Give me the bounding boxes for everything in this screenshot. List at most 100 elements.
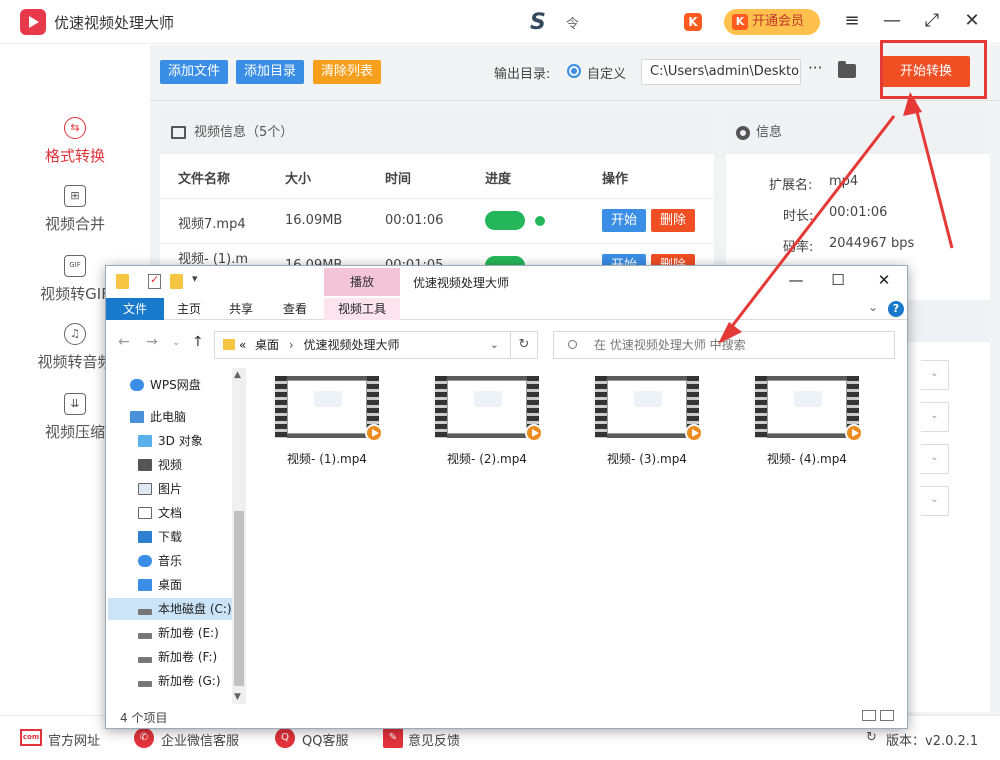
- video-thumbnail: [595, 376, 703, 442]
- ext-label: 扩展名:: [769, 178, 813, 193]
- documents-icon: [138, 507, 152, 519]
- nav-item-documents[interactable]: 文档: [138, 502, 182, 524]
- nav-scrollbar-thumb[interactable]: [234, 511, 244, 686]
- nav-item-downloads[interactable]: 下载: [138, 526, 182, 548]
- nav-item-3d[interactable]: 3D 对象: [138, 430, 203, 452]
- explorer-maximize-icon[interactable]: ☐: [823, 271, 853, 289]
- customize-qa-icon[interactable]: ▾: [192, 272, 198, 285]
- tab-file[interactable]: 文件: [106, 298, 164, 320]
- properties-icon[interactable]: [148, 273, 161, 289]
- custom-radio[interactable]: [567, 64, 581, 78]
- nav-item-drive-f[interactable]: 新加卷 (F:): [138, 646, 217, 668]
- clear-list-button[interactable]: 清除列表: [313, 60, 382, 84]
- search-input[interactable]: 在 优速视频处理大师 中搜索: [553, 331, 895, 359]
- help-icon[interactable]: ?: [888, 301, 904, 317]
- recent-locations-icon[interactable]: ⌄: [172, 337, 180, 348]
- nav-label: 图片: [158, 482, 183, 496]
- tab-share[interactable]: 共享: [222, 298, 260, 320]
- info-title: 信息: [756, 125, 783, 140]
- compress-icon: ⇊: [64, 393, 86, 415]
- menu-icon[interactable]: ≡: [840, 10, 864, 31]
- forward-icon[interactable]: →: [146, 334, 158, 350]
- feedback-link[interactable]: 意见反馈: [408, 730, 460, 749]
- folder-icon[interactable]: [838, 61, 856, 78]
- tab-play[interactable]: 播放: [324, 268, 400, 296]
- sidebar-item-format-convert[interactable]: ⇆ 格式转换: [0, 117, 150, 166]
- setting-dropdown[interactable]: ⌄: [921, 444, 949, 474]
- nav-item-music[interactable]: 音乐: [138, 550, 182, 572]
- setting-dropdown[interactable]: ⌄: [921, 402, 949, 432]
- nav-label: 此电脑: [150, 410, 187, 424]
- row-delete-button[interactable]: 删除: [651, 209, 695, 232]
- website-icon: com: [20, 729, 42, 746]
- tab-home[interactable]: 主页: [170, 298, 208, 320]
- tab-view[interactable]: 查看: [276, 298, 314, 320]
- setting-dropdown[interactable]: ⌄: [921, 360, 949, 390]
- qq-icon: Q: [275, 728, 295, 748]
- qq-service-link[interactable]: QQ客服: [302, 730, 348, 749]
- wechat-service-link[interactable]: 企业微信客服: [161, 730, 239, 749]
- minimize-icon[interactable]: —: [880, 10, 904, 31]
- nav-item-drive-c[interactable]: 本地磁盘 (C:): [108, 598, 232, 620]
- table-row[interactable]: 视频7.mp4 16.09MB 00:01:06 开始 删除: [160, 198, 714, 242]
- new-folder-icon[interactable]: [170, 274, 183, 289]
- title-bar: 优速视频处理大师 S 令 K K 开通会员 ≡ — ⤢ ✕: [0, 0, 1000, 44]
- row-start-button[interactable]: 开始: [602, 209, 646, 232]
- custom-radio-label[interactable]: 自定义: [587, 63, 626, 82]
- chevron-down-icon[interactable]: ⌄: [868, 300, 878, 314]
- nav-item-videos[interactable]: 视频: [138, 454, 182, 476]
- vip-button[interactable]: K 开通会员: [724, 9, 820, 35]
- column-header: 时间: [385, 172, 412, 187]
- address-bar[interactable]: « 桌面 › 优速视频处理大师 ⌄: [214, 331, 538, 359]
- scroll-down-icon[interactable]: ▼: [234, 692, 241, 702]
- maximize-icon[interactable]: ⤢: [920, 10, 944, 31]
- file-explorer-window: ▾ 播放 优速视频处理大师 — ☐ ✕ 文件 主页 共享 查看 视频工具 ⌄ ?…: [105, 265, 908, 729]
- explorer-close-icon[interactable]: ✕: [869, 271, 899, 289]
- up-icon[interactable]: ↑: [192, 334, 204, 350]
- column-header: 文件名称: [178, 172, 231, 187]
- refresh-icon[interactable]: ↻: [866, 730, 877, 745]
- explorer-minimize-icon[interactable]: —: [781, 271, 811, 289]
- duration-label: 时长:: [783, 209, 814, 224]
- file-name: 视频- (1).mp4: [287, 452, 367, 466]
- output-path-field[interactable]: C:\Users\admin\Deskto: [641, 59, 801, 85]
- breadcrumb-folder[interactable]: 优速视频处理大师: [303, 338, 399, 352]
- refresh-icon[interactable]: ↻: [510, 331, 538, 359]
- video-thumbnail: [755, 376, 863, 442]
- drive-icon: [138, 633, 152, 639]
- sidebar-item-merge[interactable]: ⊞ 视频合并: [0, 185, 150, 234]
- file-item[interactable]: 视频- (4).mp4: [745, 374, 869, 466]
- cloud-icon: [130, 379, 144, 391]
- video-info-header: 视频信息（5个）: [160, 112, 714, 154]
- audio-icon: ♫: [64, 323, 86, 345]
- tab-video-tools[interactable]: 视频工具: [324, 298, 400, 320]
- nav-item-wps[interactable]: WPS网盘: [130, 374, 201, 396]
- address-dropdown-icon[interactable]: ⌄: [490, 332, 499, 358]
- wechat-icon: ✆: [134, 728, 154, 748]
- scroll-up-icon[interactable]: ▲: [234, 370, 241, 380]
- back-icon[interactable]: ←: [118, 334, 130, 350]
- website-link[interactable]: 官方网址: [48, 730, 100, 749]
- breadcrumb-desktop[interactable]: 桌面: [255, 338, 279, 352]
- large-icons-view-icon[interactable]: [880, 710, 894, 721]
- cloud-sync-icon[interactable]: 令: [566, 13, 579, 32]
- bitrate-label: 码率:: [783, 240, 814, 255]
- nav-item-desktop[interactable]: 桌面: [138, 574, 182, 596]
- ext-value: mp4: [829, 174, 859, 189]
- nav-item-this-pc[interactable]: 此电脑: [130, 406, 186, 428]
- setting-dropdown[interactable]: ⌄: [921, 486, 949, 516]
- file-item[interactable]: 视频- (3).mp4: [585, 374, 709, 466]
- nav-item-pictures[interactable]: 图片: [138, 478, 182, 500]
- details-view-icon[interactable]: [862, 710, 876, 721]
- more-icon[interactable]: ···: [808, 59, 822, 77]
- sidebar-item-label: 视频合并: [44, 215, 105, 233]
- nav-item-drive-g[interactable]: 新加卷 (G:): [138, 670, 221, 692]
- add-file-button[interactable]: 添加文件: [160, 60, 229, 84]
- file-item[interactable]: 视频- (1).mp4: [265, 374, 389, 466]
- quick-access-folder-icon[interactable]: [116, 274, 129, 289]
- k-app-icon[interactable]: K: [684, 13, 702, 31]
- file-item[interactable]: 视频- (2).mp4: [425, 374, 549, 466]
- close-icon[interactable]: ✕: [960, 10, 984, 31]
- nav-item-drive-e[interactable]: 新加卷 (E:): [138, 622, 219, 644]
- add-directory-button[interactable]: 添加目录: [236, 60, 305, 84]
